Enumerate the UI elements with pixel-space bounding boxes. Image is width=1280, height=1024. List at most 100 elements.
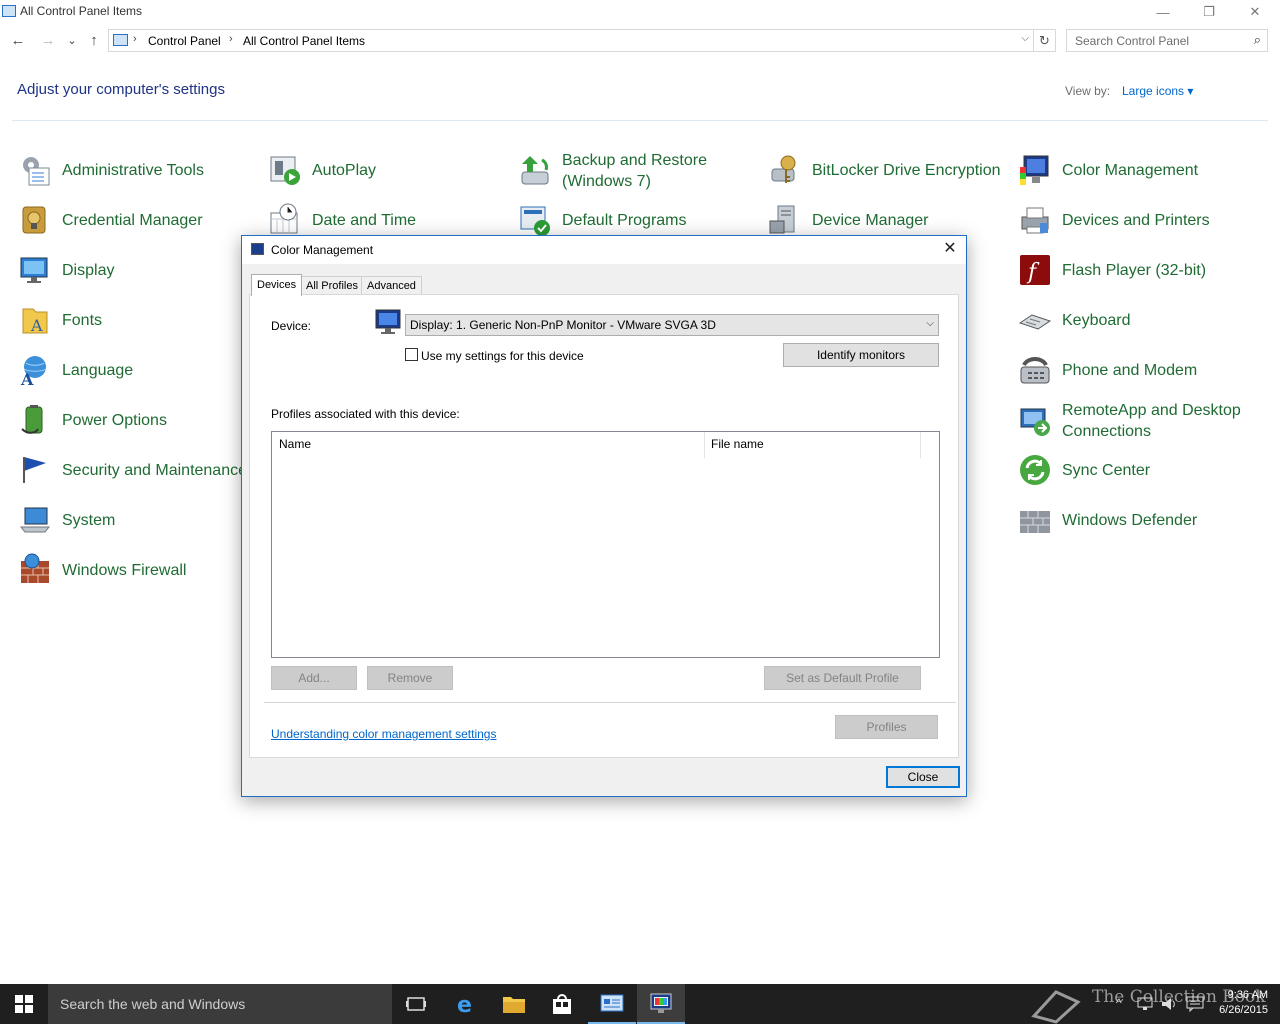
item-device-manager[interactable]: Device Manager xyxy=(768,203,929,237)
color-management-icon xyxy=(251,243,264,255)
item-backup-restore[interactable]: Backup and Restore (Windows 7) xyxy=(518,150,707,192)
refresh-icon[interactable]: ↻ xyxy=(1033,30,1055,51)
item-credential-manager[interactable]: Credential Manager xyxy=(18,203,203,237)
item-sync-center[interactable]: Sync Center xyxy=(1018,453,1150,487)
firewall-brick-icon xyxy=(18,553,52,587)
item-label-line2: (Windows 7) xyxy=(562,173,651,190)
item-language[interactable]: A Language xyxy=(18,353,133,389)
taskbar-search-input[interactable]: Search the web and Windows xyxy=(60,996,245,1012)
item-power-options[interactable]: Power Options xyxy=(18,403,167,437)
remove-profile-button[interactable]: Remove xyxy=(367,666,453,690)
view-by-dropdown[interactable]: Large icons ▾ xyxy=(1122,84,1193,98)
item-label: Administrative Tools xyxy=(62,161,204,179)
add-profile-button[interactable]: Add... xyxy=(271,666,357,690)
breadcrumb-separator[interactable]: › xyxy=(229,33,233,45)
item-system[interactable]: System xyxy=(18,503,115,537)
devices-tab-panel: Device: Display: 1. Generic Non-PnP Moni… xyxy=(249,294,959,758)
item-windows-defender[interactable]: Windows Defender xyxy=(1018,503,1197,537)
control-panel-taskbar-icon[interactable] xyxy=(588,984,636,1024)
item-windows-firewall[interactable]: Windows Firewall xyxy=(18,553,186,587)
breadcrumb-control-panel[interactable]: Control Panel xyxy=(148,34,221,48)
volume-icon[interactable] xyxy=(1160,996,1178,1012)
task-view-icon[interactable] xyxy=(392,984,440,1024)
item-color-management[interactable]: Color Management xyxy=(1018,153,1198,187)
breadcrumb-separator[interactable]: › xyxy=(133,33,137,45)
item-label: Credential Manager xyxy=(62,211,203,229)
item-flash-player[interactable]: f Flash Player (32-bit) xyxy=(1018,253,1206,287)
column-header-name[interactable]: Name xyxy=(279,437,311,451)
language-globe-icon: A xyxy=(18,353,52,389)
item-autoplay[interactable]: AutoPlay xyxy=(268,153,376,187)
item-keyboard[interactable]: Keyboard xyxy=(1018,303,1131,337)
display-monitor-icon xyxy=(18,253,52,287)
close-window-button[interactable]: ✕ xyxy=(1232,0,1278,24)
edge-browser-icon[interactable]: e xyxy=(442,984,490,1024)
store-bag-icon[interactable] xyxy=(538,984,586,1024)
backup-restore-icon xyxy=(518,154,552,188)
restore-button[interactable]: ❐ xyxy=(1186,0,1232,24)
item-label: Date and Time xyxy=(312,211,417,229)
file-explorer-icon[interactable] xyxy=(490,984,538,1024)
item-administrative-tools[interactable]: Administrative Tools xyxy=(18,153,204,187)
item-remoteapp[interactable]: RemoteApp and Desktop Connections xyxy=(1018,400,1241,442)
action-center-icon[interactable] xyxy=(1186,996,1204,1012)
search-input[interactable]: Search Control Panel xyxy=(1075,34,1189,48)
item-default-programs[interactable]: Default Programs xyxy=(518,203,687,237)
taskbar: Search the web and Windows e The Collect… xyxy=(0,984,1280,1024)
default-programs-icon xyxy=(518,203,552,237)
device-select[interactable]: Display: 1. Generic Non-PnP Monitor - VM… xyxy=(405,314,939,336)
item-security-maintenance[interactable]: Security and Maintenance xyxy=(18,453,247,487)
item-label: RemoteApp and Desktop Connections xyxy=(1062,400,1241,442)
address-dropdown-icon[interactable]: ⌵ xyxy=(1021,33,1029,44)
column-header-file-name[interactable]: File name xyxy=(711,437,764,451)
item-display[interactable]: Display xyxy=(18,253,114,287)
search-box[interactable]: Search Control Panel ⌕ xyxy=(1066,29,1268,52)
keyboard-icon xyxy=(1018,303,1052,337)
back-arrow-icon[interactable]: ← xyxy=(8,31,28,51)
monitor-icon xyxy=(374,308,402,336)
item-devices-printers[interactable]: Devices and Printers xyxy=(1018,203,1210,237)
taskbar-search[interactable]: Search the web and Windows xyxy=(48,984,392,1024)
item-label: Windows Defender xyxy=(1062,511,1198,529)
column-divider[interactable] xyxy=(704,432,705,458)
up-arrow-icon[interactable]: ↑ xyxy=(84,31,104,51)
color-management-taskbar-icon[interactable] xyxy=(637,984,685,1024)
device-manager-icon xyxy=(768,203,802,237)
identify-monitors-button[interactable]: Identify monitors xyxy=(783,343,939,367)
item-label: AutoPlay xyxy=(312,161,377,179)
system-laptop-icon xyxy=(18,503,52,537)
help-link[interactable]: Understanding color management settings xyxy=(271,727,496,741)
recent-locations-chevron-icon[interactable]: ⌄ xyxy=(62,31,82,51)
item-phone-modem[interactable]: Phone and Modem xyxy=(1018,353,1197,387)
profiles-list[interactable]: Name File name xyxy=(271,431,940,658)
profiles-button[interactable]: Profiles xyxy=(835,715,938,739)
set-default-profile-button[interactable]: Set as Default Profile xyxy=(764,666,921,690)
breadcrumb-all-items[interactable]: All Control Panel Items xyxy=(243,34,365,48)
address-bar[interactable]: › Control Panel › All Control Panel Item… xyxy=(108,29,1056,52)
item-label-line2: Connections xyxy=(1062,423,1151,440)
use-my-settings-label[interactable]: Use my settings for this device xyxy=(421,349,584,363)
item-date-time[interactable]: Date and Time xyxy=(268,203,416,237)
taskbar-clock[interactable]: 9:36 AM 6/26/2015 xyxy=(1219,988,1268,1018)
network-icon[interactable] xyxy=(1136,996,1154,1012)
item-bitlocker[interactable]: BitLocker Drive Encryption xyxy=(768,153,1001,187)
item-fonts[interactable]: A Fonts xyxy=(18,303,102,337)
item-label: BitLocker Drive Encryption xyxy=(812,161,1001,179)
profiles-label: Profiles associated with this device: xyxy=(271,407,460,421)
tab-all-profiles[interactable]: All Profiles xyxy=(300,276,364,295)
tab-devices[interactable]: Devices xyxy=(251,274,303,296)
start-button[interactable] xyxy=(0,984,48,1024)
page-title: Adjust your computer's settings xyxy=(17,81,225,98)
dialog-close-button[interactable]: Close xyxy=(886,766,960,788)
fonts-folder-icon: A xyxy=(18,303,52,337)
dialog-close-icon[interactable]: ✕ xyxy=(940,239,960,259)
use-my-settings-checkbox[interactable] xyxy=(405,348,418,361)
minimize-button[interactable]: — xyxy=(1140,0,1186,24)
tray-chevron-icon[interactable]: ^ xyxy=(1116,996,1122,1010)
color-management-dialog: Color Management ✕ Devices All Profiles … xyxy=(241,235,967,797)
item-label: Devices and Printers xyxy=(1062,211,1210,229)
search-icon[interactable]: ⌕ xyxy=(1254,32,1261,48)
forward-arrow-icon[interactable]: → xyxy=(38,31,58,51)
column-divider[interactable] xyxy=(920,432,921,458)
tab-advanced[interactable]: Advanced xyxy=(361,276,422,295)
